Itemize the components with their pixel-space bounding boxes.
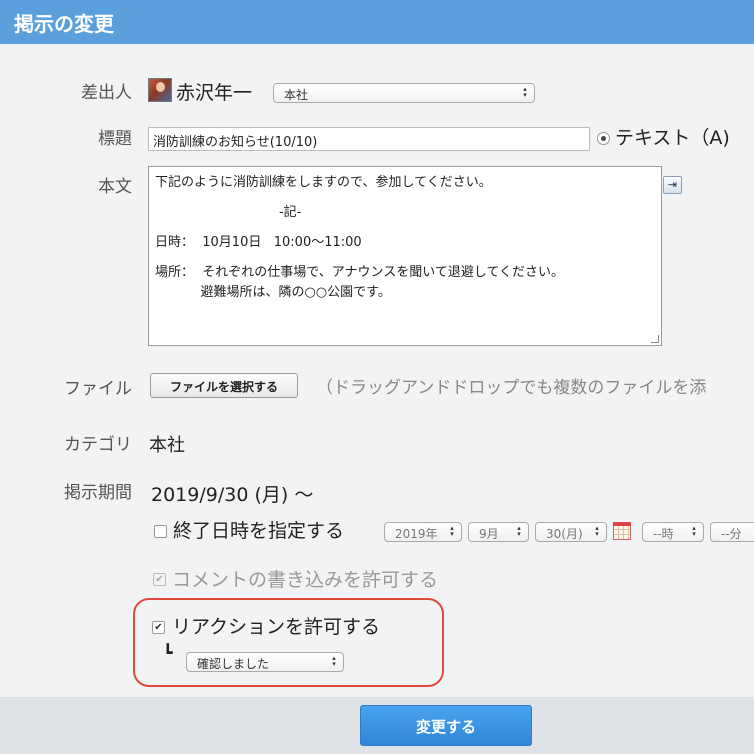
sender-org-select[interactable]: 本社 (273, 83, 535, 103)
body-line (155, 223, 655, 233)
user-avatar-icon (148, 78, 172, 102)
format-text-radio[interactable] (597, 132, 610, 145)
insert-arrow-icon[interactable]: ⇥ (663, 176, 682, 194)
file-drop-hint: （ドラッグアンドドロップでも複数のファイルを添 (316, 378, 707, 398)
end-month-select[interactable]: 9月 (468, 522, 529, 542)
sender-label: 差出人 (81, 83, 132, 103)
category-label: カテゴリ (64, 435, 132, 455)
page-title: 掲示の変更 (14, 12, 114, 36)
subject-label: 標題 (98, 129, 132, 149)
resize-grip-icon[interactable] (651, 335, 659, 343)
end-date-checkbox[interactable] (154, 525, 167, 538)
end-day-select[interactable]: 30(月) (535, 522, 607, 542)
period-label: 掲示期間 (64, 483, 132, 503)
body-line (155, 253, 655, 263)
file-label: ファイル (64, 379, 132, 399)
end-minute-select[interactable]: --分 (710, 522, 754, 542)
body-line: 下記のように消防訓練をしますので、参加してください。 (155, 175, 492, 190)
subject-input[interactable]: 消防訓練のお知らせ(10/10) (148, 127, 590, 151)
submit-button[interactable]: 変更する (360, 705, 532, 746)
category-value: 本社 (149, 435, 185, 456)
body-line: 日時： 10月10日 10:00～11:00 (155, 235, 362, 250)
period-start: 2019/9/30 (月) ～ (151, 484, 314, 506)
body-textarea[interactable]: 下記のように消防訓練をしますので、参加してください。 -記- 日時： 10月10… (148, 166, 662, 346)
end-hour-select[interactable]: --時 (642, 522, 704, 542)
body-line (155, 193, 655, 203)
reaction-highlight-box (133, 598, 444, 687)
body-line: 避難場所は、隣の○○公園です。 (155, 285, 391, 300)
calendar-icon[interactable] (613, 522, 631, 540)
sender-name: 赤沢年一 (176, 82, 253, 104)
body-label: 本文 (98, 177, 132, 197)
choose-file-button[interactable]: ファイルを選択する (150, 373, 298, 398)
body-line: 場所： それぞれの仕事場で、アナウンスを聞いて退避してください。 (155, 265, 565, 280)
allow-comment-checkbox: ✔ (153, 573, 166, 586)
allow-comment-label: コメントの書き込みを許可する (172, 569, 439, 591)
end-year-select[interactable]: 2019年 (384, 522, 462, 542)
end-date-checkbox-label: 終了日時を指定する (173, 520, 345, 542)
page-header: 掲示の変更 (0, 0, 754, 44)
format-text-label: テキスト（A) (615, 127, 730, 149)
body-line: -記- (155, 205, 302, 220)
